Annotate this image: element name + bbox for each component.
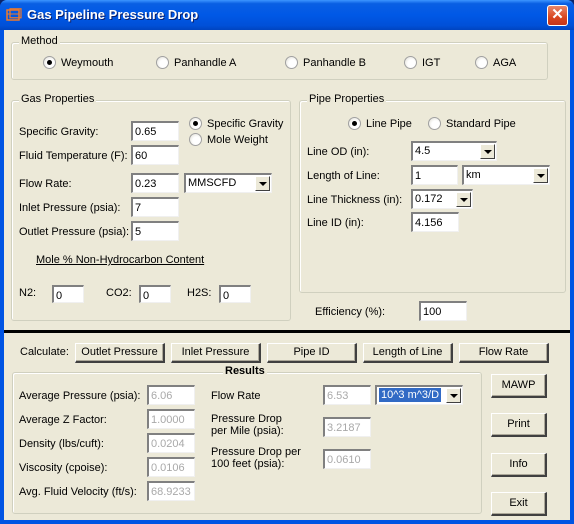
results-label: Results: [223, 365, 267, 377]
viscosity-label: Viscosity (cpoise):: [19, 462, 108, 474]
window-title: Gas Pipeline Pressure Drop: [27, 7, 199, 22]
n2-input[interactable]: 0: [52, 285, 84, 303]
result-flow-rate-unit-select[interactable]: 10^3 m^3/D: [375, 385, 463, 405]
mawp-button[interactable]: MAWP: [491, 374, 547, 398]
exit-button[interactable]: Exit: [491, 492, 547, 516]
basis-radio-mole-weight[interactable]: Mole Weight: [189, 133, 268, 146]
info-button[interactable]: Info: [491, 453, 547, 477]
calc-pipe-id-button[interactable]: Pipe ID: [267, 343, 357, 363]
method-radio-panhandle-a[interactable]: Panhandle A: [156, 56, 236, 69]
line-thickness-label: Line Thickness (in):: [307, 194, 403, 206]
method-radio-weymouth[interactable]: Weymouth: [43, 56, 113, 69]
section-divider: [4, 330, 570, 333]
specific-gravity-label: Specific Gravity:: [19, 126, 99, 138]
calc-outlet-pressure-button[interactable]: Outlet Pressure: [75, 343, 165, 363]
app-window: Gas Pipeline Pressure Drop ✕ Method Weym…: [0, 0, 574, 524]
density-label: Density (lbs/cuft):: [19, 438, 104, 450]
average-z-label: Average Z Factor:: [19, 414, 107, 426]
result-flow-rate-label: Flow Rate: [211, 390, 261, 402]
h2s-input[interactable]: 0: [219, 285, 251, 303]
drop-per-mile-label: Pressure Drop per Mile (psia):: [211, 413, 284, 437]
pipe-radio-standard-pipe[interactable]: Standard Pipe: [428, 117, 516, 130]
radio-selected-icon: [348, 117, 361, 130]
line-thickness-select[interactable]: 0.172: [411, 189, 473, 209]
h2s-label: H2S:: [187, 287, 212, 299]
title-bar[interactable]: Gas Pipeline Pressure Drop ✕: [0, 0, 574, 30]
length-unit-select[interactable]: km: [462, 165, 550, 185]
radio-icon: [189, 133, 202, 146]
app-window-icon: [6, 8, 22, 21]
outlet-pressure-input[interactable]: 5: [131, 221, 179, 241]
method-radio-aga[interactable]: AGA: [475, 56, 516, 69]
chevron-down-icon[interactable]: [446, 388, 461, 403]
average-pressure-output: 6.06: [147, 385, 195, 405]
pipe-radio-line-pipe[interactable]: Line Pipe: [348, 117, 412, 130]
average-z-output: 1.0000: [147, 409, 195, 429]
viscosity-output: 0.0106: [147, 457, 195, 477]
calc-inlet-pressure-button[interactable]: Inlet Pressure: [171, 343, 261, 363]
radio-icon: [475, 56, 488, 69]
drop-per-mile-output: 3.2187: [323, 417, 371, 437]
gas-properties-label: Gas Properties: [19, 93, 97, 105]
inlet-pressure-input[interactable]: 7: [131, 197, 179, 217]
print-button[interactable]: Print: [491, 413, 547, 437]
outlet-pressure-label: Outlet Pressure (psia):: [19, 226, 130, 238]
fluid-temperature-label: Fluid Temperature (F):: [19, 150, 128, 162]
radio-selected-icon: [189, 117, 202, 130]
drop-per-100ft-output: 0.0610: [323, 449, 371, 469]
chevron-down-icon[interactable]: [255, 176, 270, 191]
method-radio-panhandle-b[interactable]: Panhandle B: [285, 56, 366, 69]
co2-label: CO2:: [106, 287, 132, 299]
calc-flow-rate-button[interactable]: Flow Rate: [459, 343, 549, 363]
specific-gravity-input[interactable]: 0.65: [131, 121, 179, 141]
line-id-label: Line ID (in):: [307, 217, 364, 229]
calc-length-of-line-button[interactable]: Length of Line: [363, 343, 453, 363]
radio-icon: [428, 117, 441, 130]
line-id-input[interactable]: 4.156: [411, 212, 459, 232]
chevron-down-icon[interactable]: [533, 168, 548, 183]
radio-selected-icon: [43, 56, 56, 69]
chevron-down-icon[interactable]: [480, 144, 495, 159]
basis-radio-specific-gravity[interactable]: Specific Gravity: [189, 117, 283, 130]
drop-per-100ft-label: Pressure Drop per 100 feet (psia):: [211, 446, 301, 470]
line-od-label: Line OD (in):: [307, 146, 370, 158]
pipe-properties-label: Pipe Properties: [307, 93, 387, 105]
length-of-line-input[interactable]: 1: [411, 165, 458, 185]
n2-label: N2:: [19, 287, 37, 299]
radio-icon: [285, 56, 298, 69]
density-output: 0.0204: [147, 433, 195, 453]
close-icon: ✕: [551, 6, 564, 23]
non-hydrocarbon-link[interactable]: Mole % Non-Hydrocarbon Content: [36, 254, 204, 266]
radio-icon: [156, 56, 169, 69]
chevron-down-icon[interactable]: [456, 192, 471, 207]
fluid-temperature-input[interactable]: 60: [131, 145, 179, 165]
line-od-select[interactable]: 4.5: [411, 141, 497, 161]
close-button[interactable]: ✕: [547, 5, 568, 26]
velocity-output: 68.9233: [147, 481, 195, 501]
efficiency-input[interactable]: 100: [419, 301, 467, 321]
method-group-label: Method: [19, 35, 60, 47]
co2-input[interactable]: 0: [139, 285, 171, 303]
length-of-line-label: Length of Line:: [307, 170, 380, 182]
flow-rate-unit-select[interactable]: MMSCFD: [184, 173, 272, 193]
average-pressure-label: Average Pressure (psia):: [19, 390, 141, 402]
efficiency-label: Efficiency (%):: [315, 306, 386, 318]
flow-rate-label: Flow Rate:: [19, 178, 72, 190]
radio-icon: [404, 56, 417, 69]
inlet-pressure-label: Inlet Pressure (psia):: [19, 202, 121, 214]
result-flow-rate-output: 6.53: [323, 385, 371, 405]
method-radio-igt[interactable]: IGT: [404, 56, 440, 69]
calculate-label: Calculate:: [20, 346, 69, 358]
client-area: Method Weymouth Panhandle A Panhandle B …: [4, 30, 570, 520]
velocity-label: Avg. Fluid Velocity (ft/s):: [19, 486, 137, 498]
flow-rate-input[interactable]: 0.23: [131, 173, 179, 193]
